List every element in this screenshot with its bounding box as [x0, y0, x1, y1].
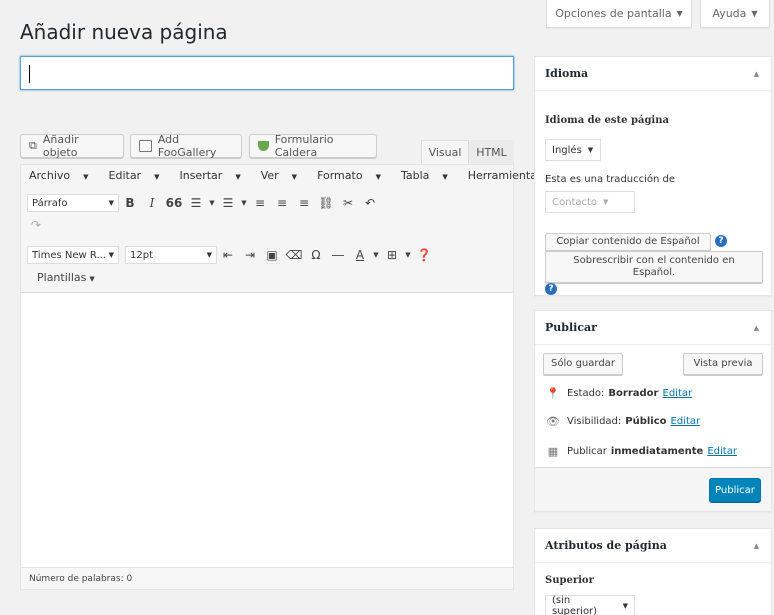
- title-input[interactable]: [20, 56, 514, 90]
- menu-archivo[interactable]: Archivo ▼: [29, 169, 99, 182]
- chevron-down-icon: ▼: [676, 9, 683, 18]
- word-count: Número de palabras: 0: [21, 567, 513, 589]
- help-icon[interactable]: ❓: [413, 248, 435, 262]
- caldera-form-button[interactable]: Formulario Caldera: [249, 133, 377, 159]
- help-icon[interactable]: ?: [545, 283, 557, 295]
- edit-visibility-link[interactable]: Editar: [671, 416, 701, 427]
- pin-icon: 📍: [546, 387, 560, 400]
- translation-select[interactable]: Contacto ▼: [545, 191, 635, 213]
- italic-button[interactable]: I: [141, 196, 163, 210]
- language-label: Idioma de este página: [545, 115, 669, 126]
- help-tab-label: Ayuda: [712, 7, 747, 20]
- chevron-down-icon[interactable]: ▼: [371, 251, 381, 259]
- translation-label: Esta es una traducción de: [545, 174, 676, 185]
- special-character-icon[interactable]: Ω: [305, 248, 327, 262]
- caldera-icon: [258, 141, 269, 151]
- outdent-icon[interactable]: ⇤: [217, 248, 239, 262]
- menu-tabla[interactable]: Tabla ▼: [401, 169, 458, 182]
- bold-button[interactable]: B: [119, 196, 141, 210]
- numbered-list-icon[interactable]: ☰: [217, 196, 239, 210]
- toolbar-row-1: Párrafo ▼ B I 66 ☰ ▼ ☰ ▼ ≡ ≡ ≡ ⛓ ✂ ↶: [21, 191, 513, 215]
- align-right-icon[interactable]: ≡: [293, 196, 315, 210]
- horizontal-line-icon[interactable]: ―: [327, 248, 349, 262]
- publish-actions: Publicar: [535, 467, 771, 511]
- publish-box-title: Publicar: [545, 321, 597, 334]
- text-caret: [29, 65, 30, 83]
- chevron-up-icon[interactable]: ▲: [754, 323, 759, 332]
- publish-box-header[interactable]: Publicar ▲: [535, 311, 771, 345]
- chevron-up-icon[interactable]: ▲: [754, 69, 759, 78]
- editor-content[interactable]: [21, 293, 513, 573]
- add-foogallery-button[interactable]: Add FooGallery: [130, 133, 242, 159]
- parent-select[interactable]: (sin superior) ▼: [545, 595, 635, 615]
- text-color-button[interactable]: A: [349, 248, 371, 262]
- calendar-icon: ▦: [547, 445, 559, 458]
- indent-icon[interactable]: ⇥: [239, 248, 261, 262]
- tab-visual[interactable]: Visual: [421, 140, 469, 164]
- page-attributes-header[interactable]: Atributos de página ▲: [535, 529, 771, 563]
- menu-formato[interactable]: Formato ▼: [317, 169, 391, 182]
- preview-button[interactable]: Vista previa: [683, 353, 763, 375]
- paste-text-icon[interactable]: ▣: [261, 248, 283, 262]
- help-tab[interactable]: Ayuda ▼: [700, 0, 770, 28]
- chevron-up-icon[interactable]: ▲: [754, 541, 759, 550]
- undo-icon[interactable]: ↶: [359, 196, 381, 210]
- bullet-list-icon[interactable]: ☰: [185, 196, 207, 210]
- table-icon[interactable]: ⊞: [381, 248, 403, 262]
- help-icon[interactable]: ?: [715, 235, 727, 247]
- parent-label: Superior: [545, 575, 594, 586]
- overwrite-content-button[interactable]: Sobrescribir con el contenido en Español…: [545, 251, 763, 283]
- edit-status-link[interactable]: Editar: [663, 388, 693, 399]
- editor: Archivo ▼ Editar ▼ Insertar ▼ Ver ▼ Formato ▼…: [20, 164, 561, 590]
- language-box-title: Idioma: [545, 67, 589, 80]
- visibility-line: 👁 Visibilidad: Público Editar: [546, 415, 701, 428]
- font-family-select[interactable]: Times New R... ▼: [27, 246, 119, 264]
- menu-insertar[interactable]: Insertar ▼: [179, 169, 250, 182]
- tab-html[interactable]: HTML: [469, 140, 514, 164]
- language-box-header[interactable]: Idioma ▲: [535, 57, 771, 91]
- menu-editar[interactable]: Editar ▼: [109, 169, 170, 182]
- page-title: Añadir nueva página: [20, 20, 228, 44]
- gallery-icon: [139, 140, 152, 152]
- templates-menu[interactable]: Plantillas ▼: [37, 271, 95, 284]
- screen-options-tab[interactable]: Opciones de pantalla ▼: [546, 0, 692, 28]
- align-left-icon[interactable]: ≡: [249, 196, 271, 210]
- menu-ver[interactable]: Ver ▼: [261, 169, 307, 182]
- publish-box: Publicar ▲ Sólo guardar Vista previa 📍 E…: [534, 310, 772, 512]
- align-center-icon[interactable]: ≡: [271, 196, 293, 210]
- font-size-select[interactable]: 12pt ▼: [125, 246, 217, 264]
- screen-options-label: Opciones de pantalla: [555, 7, 672, 20]
- page-attributes-box: Atributos de página ▲ Superior (sin supe…: [534, 528, 772, 615]
- save-draft-button[interactable]: Sólo guardar: [543, 353, 623, 375]
- toolbar-row-2: Times New R... ▼ 12pt ▼ ⇤ ⇥ ▣ ⌫ Ω ― A ▼ ⊞ ▼ …: [21, 243, 513, 267]
- add-media-button[interactable]: ⧉ Añadir objeto: [20, 133, 124, 159]
- language-select[interactable]: Inglés ▼: [545, 139, 601, 161]
- chevron-down-icon[interactable]: ▼: [207, 199, 217, 207]
- editor-toolbar: Archivo ▼ Editar ▼ Insertar ▼ Ver ▼ Formato ▼…: [21, 165, 561, 293]
- clear-formatting-icon[interactable]: ⌫: [283, 248, 305, 262]
- link-icon[interactable]: ⛓: [315, 196, 337, 210]
- add-media-icon: ⧉: [29, 139, 37, 152]
- editor-menubar: Archivo ▼ Editar ▼ Insertar ▼ Ver ▼ Formato ▼…: [21, 165, 561, 185]
- caldera-form-label: Formulario Caldera: [274, 133, 334, 159]
- format-select[interactable]: Párrafo ▼: [27, 194, 119, 212]
- copy-content-button[interactable]: Copiar contenido de Español: [545, 233, 711, 251]
- page-attributes-title: Atributos de página: [545, 539, 667, 552]
- publish-button[interactable]: Publicar: [709, 478, 761, 502]
- add-media-label: Añadir objeto: [42, 133, 79, 159]
- add-foogallery-label: Add FooGallery: [157, 133, 217, 159]
- chevron-down-icon[interactable]: ▼: [239, 199, 249, 207]
- unlink-icon[interactable]: ✂: [337, 196, 359, 210]
- toolbar-row-1b: ↷: [21, 213, 513, 237]
- toolbar-row-3: Plantillas ▼: [21, 265, 513, 289]
- chevron-down-icon[interactable]: ▼: [403, 251, 413, 259]
- status-line: 📍 Estado: Borrador Editar: [546, 387, 693, 400]
- language-box: Idioma ▲ Idioma de este página Inglés ▼ E…: [534, 56, 772, 296]
- schedule-line: ▦ Publicar inmediatamente Editar: [545, 445, 737, 458]
- chevron-down-icon: ▼: [751, 9, 758, 18]
- edit-schedule-link[interactable]: Editar: [707, 446, 737, 457]
- blockquote-button[interactable]: 66: [163, 196, 185, 210]
- redo-icon[interactable]: ↷: [25, 218, 47, 232]
- eye-icon: 👁: [546, 415, 560, 428]
